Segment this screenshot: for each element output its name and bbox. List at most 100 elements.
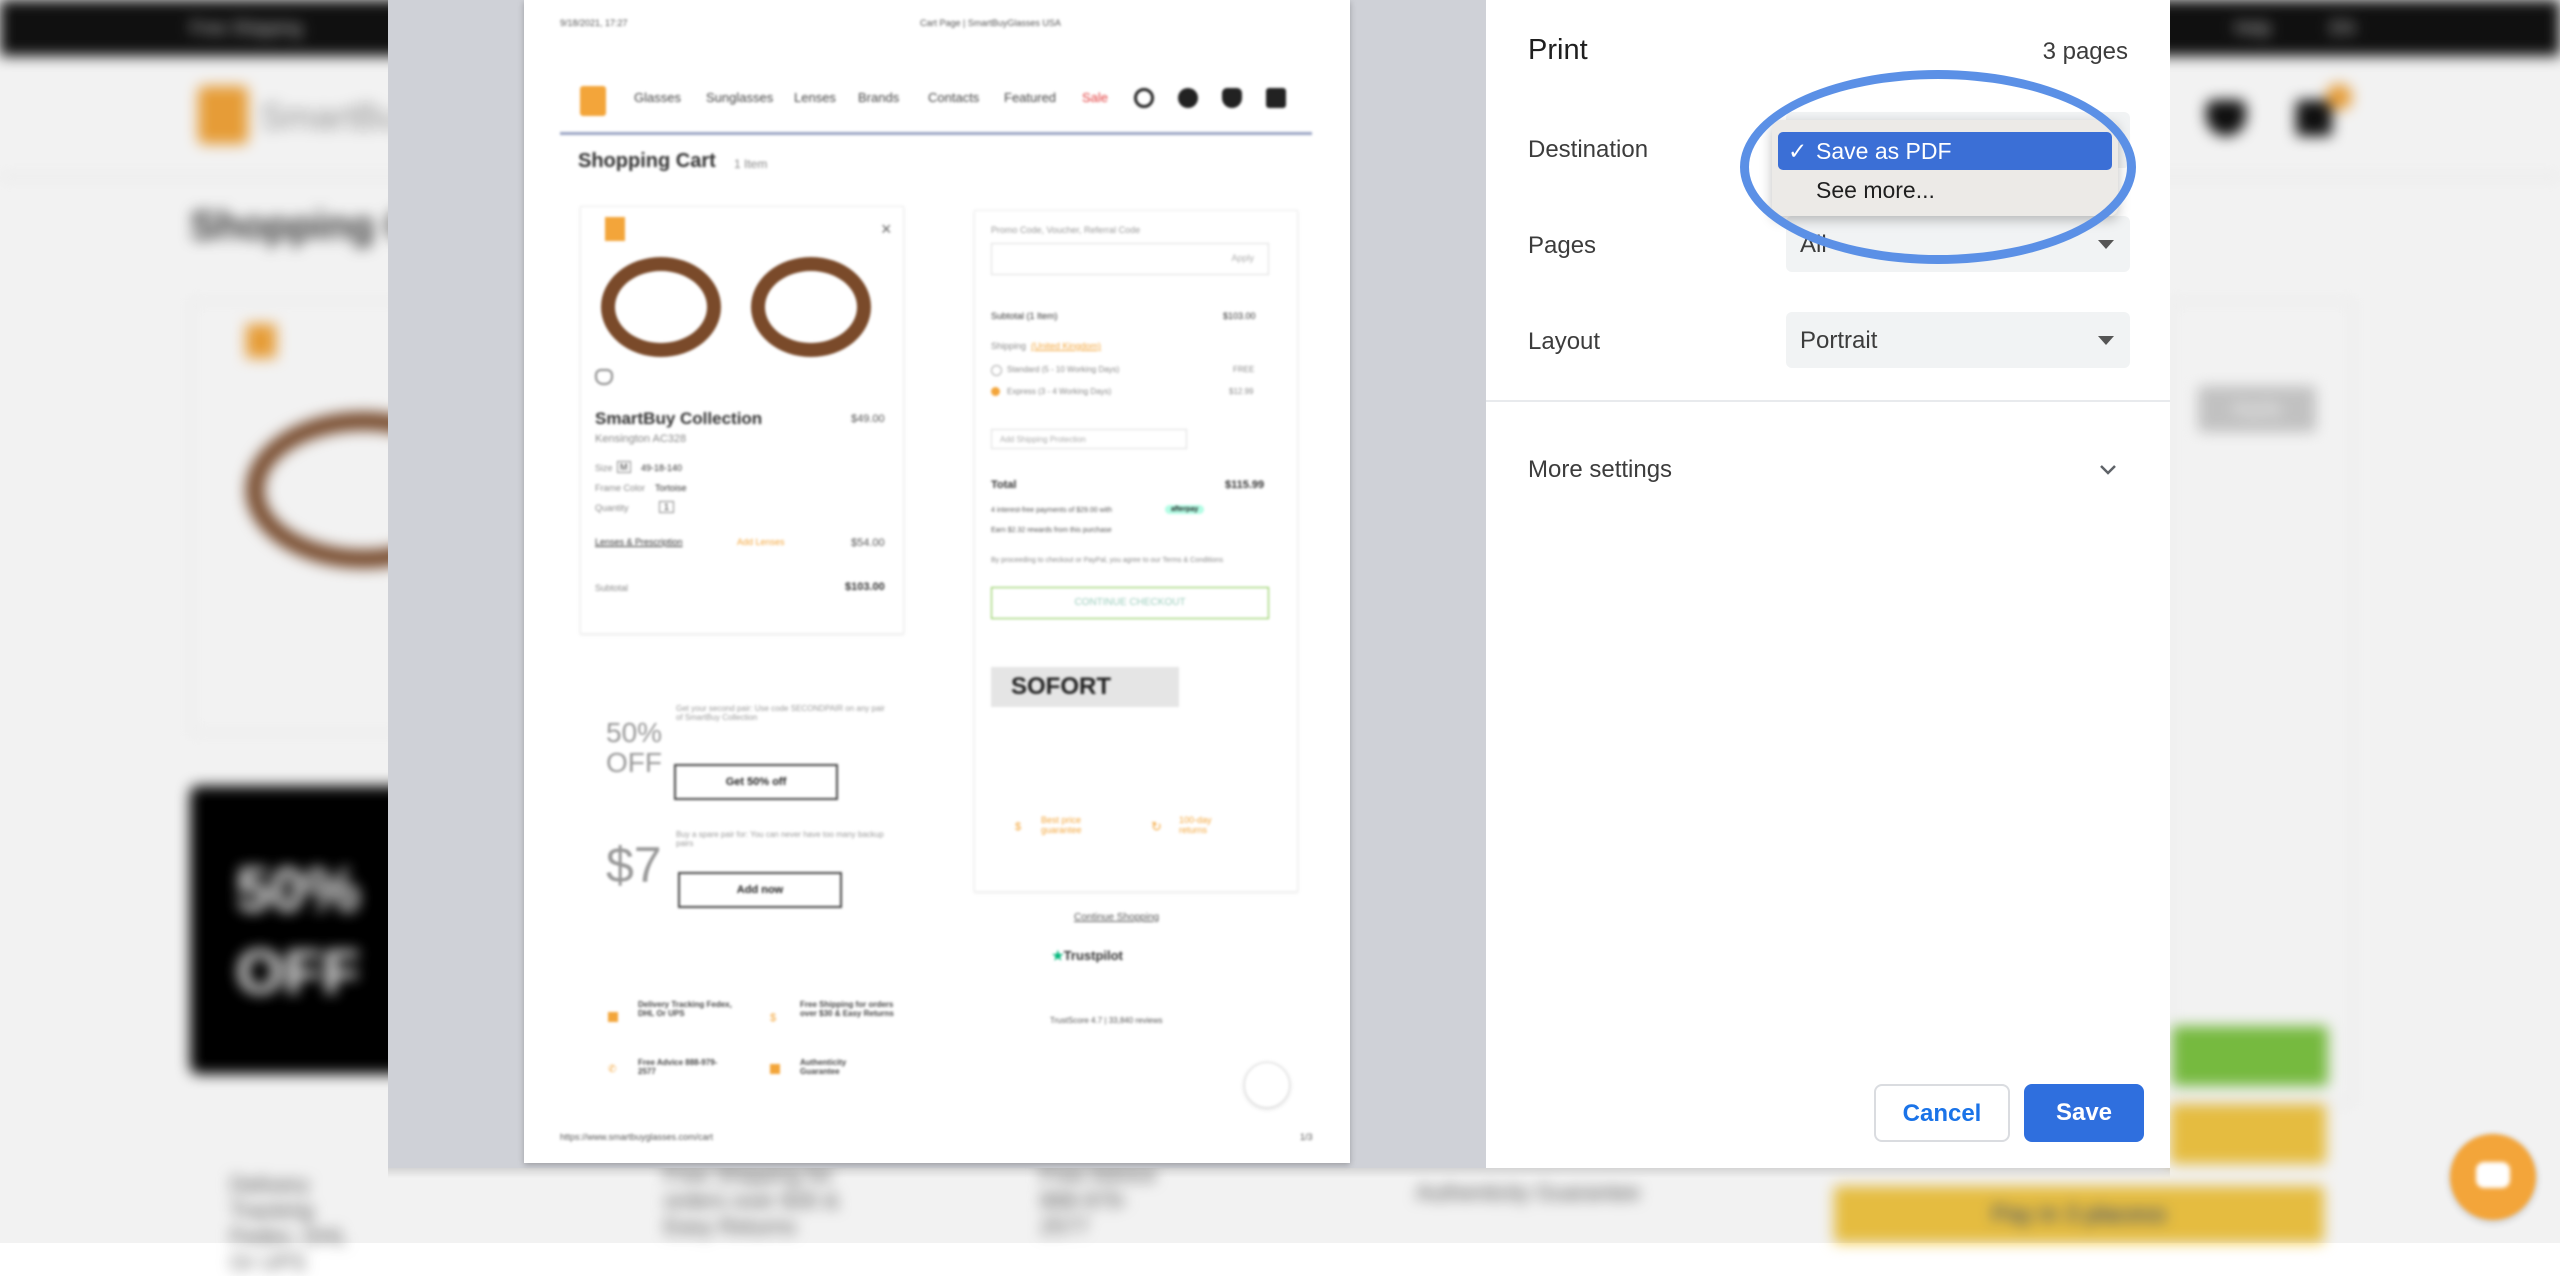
preview-summary-subtotal-value: $103.00: [1223, 311, 1256, 321]
preview-frame-color-value: Tortoise: [655, 483, 687, 493]
preview-shipping-express-price: $12.99: [1229, 387, 1254, 396]
preview-size-value: M: [617, 461, 631, 473]
preview-agree-text: By proceeding to checkout or PayPal, you…: [991, 557, 1224, 564]
layout-select-value: Portrait: [1800, 327, 1878, 354]
preview-trustscore: TrustScore 4.7 | 33,840 reviews: [1050, 1016, 1163, 1025]
preview-subtotal-label: Subtotal: [595, 583, 629, 593]
preview-trustpilot: ★Trustpilot: [1052, 948, 1123, 964]
preview-shipping-express-radio: [991, 387, 1000, 396]
preview-lenses-price: $54.00: [851, 537, 885, 549]
chat-icon: [2476, 1162, 2510, 1188]
preview-sofort-logo: SOFORT: [991, 667, 1179, 707]
preview-shipping-dollar-icon: $: [770, 1012, 777, 1024]
preview-shipping-link: (United Kingdom): [1031, 341, 1102, 351]
preview-installments-text: 4 interest-free payments of $29.00 with: [991, 507, 1113, 514]
preview-brand-icon: [605, 217, 625, 241]
preview-offer2-big: $7: [606, 837, 662, 893]
preview-doc-title: Cart Page | SmartBuyGlasses USA: [920, 18, 1061, 28]
preview-total-value: $115.99: [1225, 479, 1265, 491]
trustpilot-star-icon: ★: [1052, 948, 1064, 963]
preview-nav-brands: Brands: [858, 90, 900, 105]
layout-select[interactable]: Portrait: [1786, 312, 2130, 368]
preview-cart-title: Shopping Cart: [578, 150, 716, 172]
preview-product-brand: SmartBuy Collection: [595, 409, 763, 428]
preview-glasses-lens-left: [601, 257, 721, 357]
preview-size-dims: 49-18-140: [641, 463, 683, 473]
preview-nav-contacts: Contacts: [928, 90, 980, 105]
preview-heart-icon: [1222, 88, 1242, 108]
preview-feature-4: Authenticity Guarantee: [800, 1058, 847, 1076]
preview-cart-count: 1 Item: [734, 157, 768, 171]
preview-glasses-lens-right: [751, 257, 871, 357]
preview-size-label: Size: [595, 463, 613, 473]
pages-label: Pages: [1528, 232, 1597, 259]
preview-total-label: Total: [991, 479, 1017, 491]
preview-phone-icon: ✆: [608, 1064, 617, 1075]
preview-offer1-button: Get 50% off: [674, 764, 838, 800]
preview-shipping-standard-price: FREE: [1233, 365, 1255, 374]
preview-subtotal-value: $103.00: [845, 581, 885, 593]
more-settings-toggle[interactable]: [2096, 458, 2120, 482]
preview-wishlist-icon: [595, 369, 613, 385]
chevron-down-icon: [2100, 465, 2116, 475]
preview-search-icon: [1134, 88, 1154, 108]
layout-chevron-down-icon: [2098, 336, 2114, 345]
preview-order-summary: Promo Code, Voucher, Referral Code Apply…: [974, 210, 1298, 892]
preview-product-price: $49.00: [851, 413, 885, 425]
preview-feature-2: Free Shipping for orders over $30 & Easy…: [800, 1000, 894, 1018]
destination-label: Destination: [1528, 136, 1649, 163]
preview-offer1-big: 50% OFF: [606, 717, 663, 778]
preview-page-content: 9/18/2021, 17:27 Cart Page | SmartBuyGla…: [524, 0, 1350, 1163]
preview-product-model: Kensington AC328: [595, 433, 687, 445]
preview-returns-icon: ↻: [1151, 819, 1162, 834]
preview-feature-1: Delivery Tracking Fedex, DHL Or UPS: [638, 1000, 732, 1018]
preview-date: 9/18/2021, 17:27: [560, 18, 628, 28]
preview-shield-icon: [770, 1064, 780, 1074]
preview-nav-divider: [560, 132, 1312, 135]
preview-nav-glasses: Glasses: [634, 90, 681, 105]
print-preview-page[interactable]: 9/18/2021, 17:27 Cart Page | SmartBuyGla…: [524, 0, 1350, 1163]
preview-chat-circle: [1244, 1062, 1290, 1108]
preview-frame-color-label: Frame Color: [595, 483, 646, 493]
preview-account-icon: [1178, 88, 1198, 108]
preview-offer1-text: Get your second pair: Use code SECONDPAI…: [676, 704, 885, 722]
preview-trustpilot-label: Trustpilot: [1063, 948, 1123, 963]
preview-nav-lenses: Lenses: [794, 90, 836, 105]
preview-promo-code-label: Promo Code, Voucher, Referral Code: [991, 225, 1141, 235]
print-pages-count: 3 pages: [2042, 38, 2128, 65]
preview-product-card: × SmartBuy Collection $49.00 Kensington …: [580, 206, 904, 634]
settings-divider: [1486, 400, 2170, 402]
chat-widget-button[interactable]: [2450, 1134, 2536, 1220]
preview-dollar-icon: $: [1015, 821, 1022, 833]
annotation-highlight-ellipse: [1740, 70, 2136, 264]
preview-summary-subtotal-label: Subtotal (1 Item): [991, 311, 1058, 321]
dialog-shadow: [388, 1168, 2170, 1178]
preview-shipping-standard: Standard (5 - 10 Working Days): [1007, 365, 1120, 374]
preview-nav-sunglasses: Sunglasses: [706, 90, 774, 105]
preview-best-price: Best price guarantee: [1041, 815, 1082, 835]
preview-truck-icon: [608, 1012, 618, 1022]
preview-returns: 100-day returns: [1179, 815, 1212, 835]
preview-nav-sale: Sale: [1082, 90, 1109, 105]
save-button[interactable]: Save: [2024, 1084, 2144, 1142]
preview-rewards-text: Earn $2.32 rewards from this purchase: [991, 527, 1112, 534]
preview-checkout-button: CONTINUE CHECKOUT: [991, 587, 1269, 619]
layout-label: Layout: [1528, 328, 1601, 355]
preview-remove-icon: ×: [881, 219, 892, 239]
preview-shipping-express: Express (3 - 4 Working Days): [1007, 387, 1112, 396]
cancel-button[interactable]: Cancel: [1874, 1084, 2010, 1142]
preview-promo-code-input: Apply: [991, 243, 1269, 275]
preview-apply-label: Apply: [1231, 253, 1254, 263]
preview-afterpay-badge: afterpay: [1165, 505, 1205, 514]
preview-quantity-value: 1: [659, 501, 675, 513]
preview-quantity-label: Quantity: [595, 503, 629, 513]
preview-add-lenses: Add Lenses: [737, 537, 785, 547]
print-title: Print: [1528, 34, 1588, 66]
preview-logo-icon: [580, 86, 606, 116]
more-settings-label: More settings: [1528, 456, 1673, 483]
preview-continue-shopping: Continue Shopping: [1074, 912, 1160, 923]
preview-page-number: 1/3: [1300, 1132, 1313, 1142]
pages-chevron-down-icon: [2098, 240, 2114, 249]
preview-shipping-standard-radio: [991, 365, 1002, 376]
preview-feature-3: Free Advice 888-979-2577: [638, 1058, 718, 1076]
